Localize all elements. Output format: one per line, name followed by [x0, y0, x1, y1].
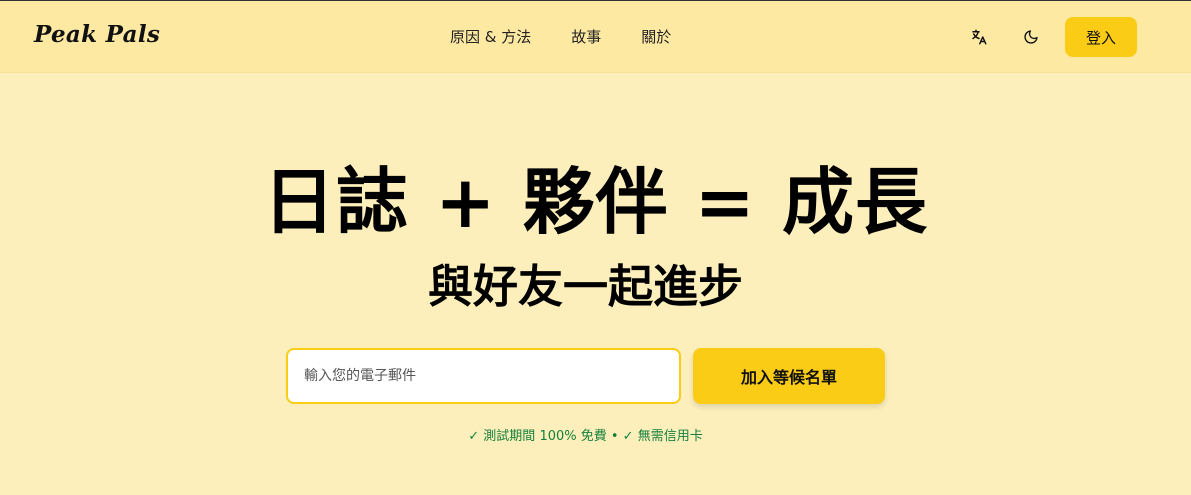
site-header: Peak Pals 原因 & 方法 故事 關於 登入 — [0, 1, 1191, 73]
main-nav: 原因 & 方法 故事 關於 — [450, 26, 671, 47]
email-input[interactable] — [286, 348, 681, 404]
moon-icon — [1024, 30, 1038, 44]
translate-icon — [972, 29, 987, 45]
logo[interactable]: Peak Pals — [34, 21, 160, 48]
theme-toggle-button[interactable] — [1019, 25, 1043, 49]
nav-link-why-how[interactable]: 原因 & 方法 — [450, 26, 531, 47]
benefit-note: ✓ 測試期間 100% 免費 • ✓ 無需信用卡 — [468, 429, 703, 444]
nav-link-about[interactable]: 關於 — [641, 26, 671, 47]
hero-title: 日誌 + 夥伴 = 成長 — [263, 160, 928, 244]
nav-link-stories[interactable]: 故事 — [571, 26, 601, 47]
language-button[interactable] — [967, 25, 991, 49]
hero-subtitle: 與好友一起進步 — [427, 260, 743, 313]
login-button[interactable]: 登入 — [1065, 17, 1137, 57]
join-waitlist-button[interactable]: 加入等候名單 — [693, 348, 885, 404]
